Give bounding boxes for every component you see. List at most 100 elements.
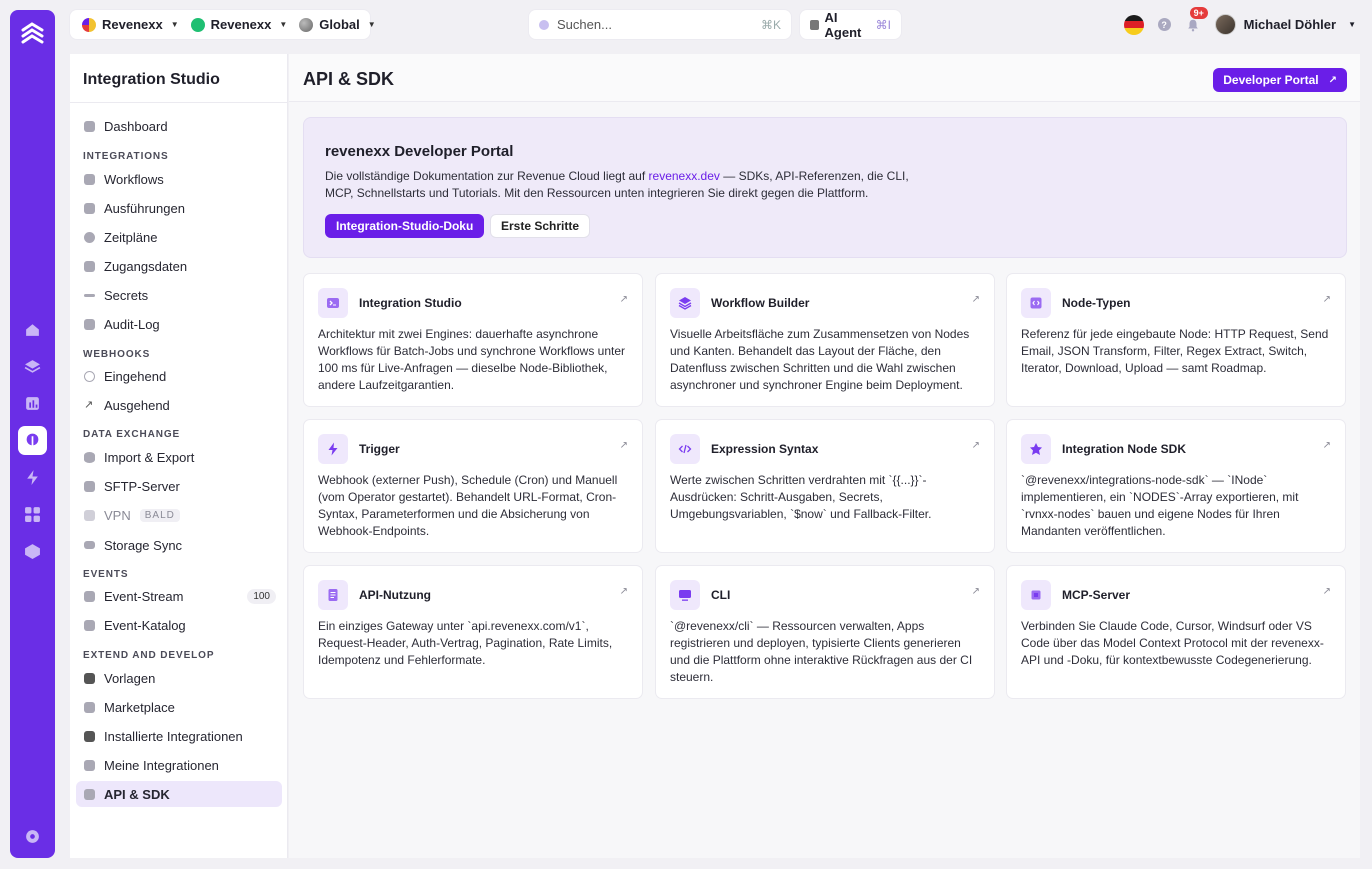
shield-icon <box>84 260 95 272</box>
sidebar-item-templates[interactable]: Vorlagen <box>76 665 282 691</box>
chip-icon <box>1021 580 1051 610</box>
ai-agent-button[interactable]: AI Agent ⌘I <box>800 10 901 40</box>
revenexx-dev-link[interactable]: revenexx.dev <box>649 169 720 183</box>
card-trigger[interactable]: Trigger ↗ Webhook (externer Push), Sched… <box>303 419 643 553</box>
layers-icon <box>670 288 700 318</box>
sidebar-item-vpn[interactable]: VPN BALD <box>76 502 282 528</box>
card-node-types[interactable]: Node-Typen ↗ Referenz für jede eingebaut… <box>1006 273 1346 407</box>
sidebar-item-label: API & SDK <box>104 786 170 802</box>
chart-icon[interactable] <box>18 389 47 418</box>
card-api-usage[interactable]: API-Nutzung ↗ Ein einziges Gateway unter… <box>303 565 643 699</box>
layers-icon <box>84 672 95 684</box>
chevron-down-icon: ▼ <box>1348 20 1356 29</box>
external-link-icon: ↗ <box>1328 74 1337 86</box>
ai-agent-shortcut: ⌘I <box>875 17 891 32</box>
integration-studio-docs-button[interactable]: Integration-Studio-Doku <box>325 214 485 238</box>
sidebar-item-audit-log[interactable]: Audit-Log <box>76 311 282 337</box>
layers-icon <box>84 730 95 742</box>
section-heading: DATA EXCHANGE <box>83 429 181 440</box>
chevron-down-icon: ▼ <box>170 20 179 29</box>
app-rail <box>10 10 55 858</box>
search-input[interactable]: Suchen... ⌘K <box>529 10 791 39</box>
sidebar-item-import-export[interactable]: Import & Export <box>76 444 282 470</box>
card-workflow-builder[interactable]: Workflow Builder ↗ Visuelle Arbeitsfläch… <box>655 273 995 407</box>
card-expression-syntax[interactable]: Expression Syntax ↗ Werte zwischen Schri… <box>655 419 995 553</box>
apps-grid-icon[interactable] <box>18 500 47 529</box>
sidebar-item-label: VPN <box>104 507 131 523</box>
arrow-up-right-icon: ↗ <box>971 586 980 597</box>
code-file-icon <box>1021 288 1051 318</box>
developer-portal-button[interactable]: Developer Portal ↗ <box>1213 68 1347 92</box>
help-icon[interactable]: ? <box>1157 18 1171 31</box>
home-icon[interactable] <box>18 315 47 344</box>
user-name: Michael Döhler <box>1243 17 1337 32</box>
card-mcp-server[interactable]: MCP-Server ↗ Verbinden Sie Claude Code, … <box>1006 565 1346 699</box>
brand-logo-icon[interactable] <box>18 20 47 49</box>
user-menu[interactable]: Michael Döhler ▼ <box>1214 14 1360 35</box>
chevron-down-icon: ▼ <box>367 20 376 29</box>
sidebar-item-label: Import & Export <box>104 449 195 465</box>
chevron-down-icon: ▼ <box>279 20 288 29</box>
help-label: ? <box>1161 19 1167 30</box>
card-integration-node-sdk[interactable]: Integration Node SDK ↗ `@revenexx/integr… <box>1006 419 1346 553</box>
sidebar-item-workflows[interactable]: Workflows <box>76 166 282 192</box>
sidebar-item-label: Event-Katalog <box>104 617 186 633</box>
catalog-icon <box>84 619 95 631</box>
sidebar-item-incoming[interactable]: Eingehend <box>76 363 282 389</box>
tenant-switcher[interactable]: Revenexx ▼ <box>76 10 185 39</box>
sidebar-item-storage-sync[interactable]: Storage Sync <box>76 532 282 558</box>
sidebar-item-executions[interactable]: Ausführungen <box>76 195 282 221</box>
card-description: Architektur mit zwei Engines: dauerhafte… <box>318 327 626 392</box>
sidebar-item-sftp-server[interactable]: SFTP-Server <box>76 473 282 499</box>
notifications-bell-icon[interactable]: 9+ <box>1185 6 1208 33</box>
green-dot-icon <box>190 17 205 32</box>
key-icon <box>84 293 95 297</box>
database-icon <box>84 451 95 463</box>
package-icon[interactable] <box>18 537 47 566</box>
sidebar-item-outgoing[interactable]: ↗ Ausgehend <box>76 392 282 418</box>
section-heading: EVENTS <box>83 569 129 580</box>
sidebar-item-installed-integrations[interactable]: Installierte Integrationen <box>76 723 282 749</box>
arrow-up-right-icon: ↗ <box>971 440 980 451</box>
sidebar-item-event-catalog[interactable]: Event-Katalog <box>76 612 282 638</box>
section-heading: INTEGRATIONS <box>83 151 169 162</box>
sidebar-item-api-sdk[interactable]: API & SDK <box>76 781 282 807</box>
region-switcher[interactable]: Global ▼ <box>293 10 381 39</box>
sidebar-item-marketplace[interactable]: Marketplace <box>76 694 282 720</box>
sidebar-item-event-stream[interactable]: Event-Stream 100 <box>76 583 282 609</box>
sidebar-item-schedules[interactable]: Zeitpläne <box>76 224 282 250</box>
card-title: MCP-Server <box>1062 588 1131 602</box>
card-cli[interactable]: CLI ↗ `@revenexx/cli` — Ressourcen verwa… <box>655 565 995 699</box>
layers-icon[interactable] <box>18 352 47 381</box>
lightning-icon[interactable] <box>18 463 47 492</box>
card-title: Expression Syntax <box>711 442 819 456</box>
card-description: `@revenexx/cli` — Ressourcen verwalten, … <box>670 619 973 684</box>
organization-switcher[interactable]: Revenexx ▼ <box>185 10 294 39</box>
card-title: Integration Node SDK <box>1062 442 1187 456</box>
sidebar-item-my-integrations[interactable]: Meine Integrationen <box>76 752 282 778</box>
developer-portal-label: Developer Portal <box>1223 73 1319 87</box>
top-bar: Revenexx ▼ Revenexx ▼ Global ▼ Suchen...… <box>70 6 1360 40</box>
sidebar-item-label: Installierte Integrationen <box>104 728 243 744</box>
german-flag-icon[interactable] <box>1123 14 1144 35</box>
settings-gear-icon[interactable] <box>18 822 47 851</box>
page-title: API & SDK <box>303 69 395 89</box>
sidebar-item-label: Zugangsdaten <box>104 258 188 274</box>
arrow-up-right-icon: ↗ <box>619 586 628 597</box>
avatar <box>1214 14 1236 35</box>
hero-text-start: Die vollständige Dokumentation zur Reven… <box>325 169 649 183</box>
globe-icon <box>299 17 314 32</box>
getting-started-button[interactable]: Erste Schritte <box>490 214 591 238</box>
sidebar-item-secrets[interactable]: Secrets <box>76 282 282 308</box>
arrow-up-right-icon: ↗ <box>1322 294 1331 305</box>
sidebar-item-label: Eingehend <box>104 368 167 384</box>
card-integration-studio[interactable]: Integration Studio ↗ Architektur mit zwe… <box>303 273 643 407</box>
main-content: API & SDK Developer Portal ↗ revenexx De… <box>289 54 1360 858</box>
card-title: API-Nutzung <box>359 588 431 602</box>
box-icon <box>84 480 95 492</box>
sidebar-item-dashboard[interactable]: Dashboard <box>76 113 282 139</box>
integration-plug-icon[interactable] <box>18 426 47 455</box>
sidebar-item-label: Workflows <box>104 171 164 187</box>
arrow-up-right-icon: ↗ <box>619 294 628 305</box>
sidebar-item-credentials[interactable]: Zugangsdaten <box>76 253 282 279</box>
